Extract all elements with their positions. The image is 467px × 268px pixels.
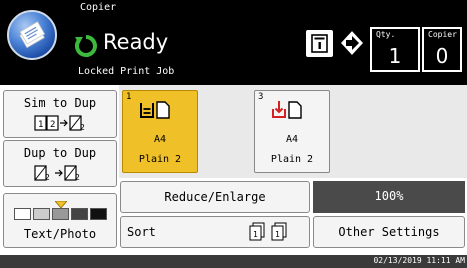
sort-icon: 1 1 (249, 222, 287, 241)
svg-text:2: 2 (80, 123, 85, 132)
copier-app-icon[interactable] (7, 10, 57, 60)
other-settings-label: Other Settings (338, 225, 440, 239)
paper-tray-1[interactable]: 1 A4 Plain 2 (122, 90, 198, 173)
original-type-label: Text/Photo (23, 227, 97, 241)
svg-text:2: 2 (50, 120, 55, 130)
simplex-to-duplex-icon: 1 2 2 (34, 115, 85, 132)
tray-paper-type: Plain 2 (138, 154, 182, 165)
paper-tray-icon (140, 101, 170, 119)
diamond-arrow-icon (338, 28, 366, 58)
copier-counter: Copier 0 (422, 27, 462, 72)
dup-to-dup-label: Dup to Dup (23, 146, 97, 160)
start-job-button[interactable] (338, 28, 366, 58)
other-settings-button[interactable]: Other Settings (313, 216, 465, 248)
density-step (52, 208, 69, 220)
density-marker-icon (55, 201, 67, 208)
svg-text:1: 1 (253, 230, 258, 239)
sim-to-dup-label: Sim to Dup (23, 96, 97, 110)
sort-button[interactable]: Sort 1 1 (120, 216, 310, 248)
status-text: Ready (103, 30, 169, 54)
dup-to-dup-button[interactable]: Dup to Dup 2 2 (3, 140, 117, 187)
header: Copier Ready Locked Print Job Qty. 1 Cop… (0, 0, 467, 85)
svg-text:2: 2 (45, 173, 50, 182)
copier-counter-label: Copier (428, 30, 457, 39)
copier-counter-value: 0 (435, 44, 449, 68)
date-time: 02/13/2019 11:11 AM (373, 256, 465, 265)
info-button[interactable] (306, 30, 333, 57)
density-step (90, 208, 107, 220)
tray-number: 1 (126, 92, 132, 102)
info-icon (311, 34, 328, 53)
density-step (71, 208, 88, 220)
svg-text:1: 1 (38, 120, 43, 130)
main-panel: Sim to Dup 1 2 2 Dup to Dup 2 2 Text/Pho… (0, 85, 467, 255)
svg-text:2: 2 (75, 173, 80, 182)
svg-text:1: 1 (275, 230, 280, 239)
density-indicator (14, 201, 108, 220)
paper-tray-empty-icon (272, 101, 302, 119)
quantity-value: 1 (388, 44, 402, 68)
tray-paper-size: A4 (285, 134, 299, 145)
tray-paper-size: A4 (153, 134, 167, 145)
tray-paper-type: Plain 2 (270, 154, 314, 165)
quantity-label: Qty. (376, 30, 396, 39)
app-title: Copier (80, 2, 117, 13)
ready-status-icon (75, 35, 97, 57)
original-type-button[interactable]: Text/Photo (3, 193, 117, 248)
sim-to-dup-button[interactable]: Sim to Dup 1 2 2 (3, 90, 117, 138)
tray-number: 3 (258, 92, 264, 102)
status-bar: 02/13/2019 11:11 AM (0, 255, 467, 268)
copier-icon (19, 21, 46, 49)
density-step (33, 208, 50, 220)
density-step (14, 208, 31, 220)
copier-screen: Copier Ready Locked Print Job Qty. 1 Cop… (0, 0, 467, 268)
job-status-text: Locked Print Job (78, 66, 175, 77)
zoom-value: 100% (313, 181, 465, 213)
duplex-to-duplex-icon: 2 2 (34, 165, 80, 182)
reduce-enlarge-button[interactable]: Reduce/Enlarge (120, 181, 310, 213)
paper-tray-3[interactable]: 3 A4 Plain 2 (254, 90, 330, 173)
reduce-enlarge-label: Reduce/Enlarge (164, 190, 266, 204)
quantity-counter[interactable]: Qty. 1 (370, 27, 420, 72)
sort-label: Sort (127, 225, 156, 239)
